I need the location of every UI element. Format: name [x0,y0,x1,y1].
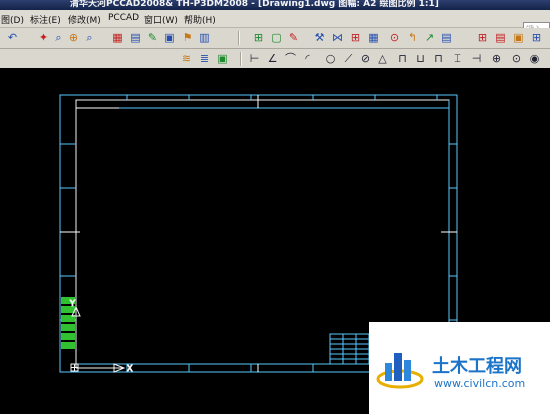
dimension-icon[interactable]: ⊢ [248,52,261,65]
grid-icon[interactable]: ▦ [111,31,124,44]
edit-icon[interactable]: ✎ [287,31,300,44]
star-icon[interactable]: ✦ [37,31,50,44]
stack-icon[interactable]: ≣ [198,52,211,65]
triangle-icon[interactable]: △ [376,52,389,65]
menu-item-pccad[interactable]: PCCAD [108,13,139,23]
window-titlebar: 清华天河PCCAD2008& TH-P3DM2008 - [Drawing1.d… [0,0,550,10]
menu-item-dimension[interactable]: 标注(E) [30,13,61,26]
target-icon[interactable]: ⊕ [490,52,503,65]
radius-icon[interactable]: ◜ [301,52,314,65]
watermark-name: 土木工程网 [432,356,522,377]
flag-icon[interactable]: ⚑ [181,31,194,44]
drawing-toolbar: ≋ ≣ ▣ ⊢ ∠ ⌒ ◜ ○ ⟋ ⊘ △ ⊓ ⊔ ⊓ ⌶ ⊣ ⊕ ⊙ ◉ [0,49,550,69]
properties-icon[interactable]: ▤ [129,31,142,44]
arrow-icon[interactable]: ↗ [423,31,436,44]
bracket-icon[interactable]: ⌶ [451,52,464,65]
zoom-window-icon[interactable]: ⌕ [83,31,96,44]
watermark-url: www.civilcn.com [434,377,526,390]
menu-item-draw[interactable]: 图(D) [1,13,24,26]
window-title: 清华天河PCCAD2008& TH-P3DM2008 - [Drawing1.d… [70,0,439,9]
frame-icon[interactable]: ⊓ [432,52,445,65]
copy-icon[interactable]: ▣ [216,52,229,65]
menu-item-help[interactable]: 帮助(H) [184,13,216,26]
tool-icon[interactable]: ⚒ [313,31,326,44]
package-icon[interactable]: ▣ [512,31,525,44]
image-icon[interactable]: ⊞ [252,31,265,44]
calculator-icon[interactable]: ▥ [198,31,211,44]
grid-icon[interactable]: ▦ [367,31,380,44]
axis-y-label: Y [69,299,75,308]
diagonal-icon[interactable]: ⟋ [342,52,355,65]
angle-icon[interactable]: ∠ [266,52,279,65]
zoom-in-icon[interactable]: ⌕ [52,31,65,44]
target-icon[interactable]: ⊙ [510,52,523,65]
watermark-logo: 土木工程网 www.civilcn.com [369,322,550,414]
layer-icon[interactable]: ▣ [163,31,176,44]
list-icon[interactable]: ▤ [440,31,453,44]
corner-icon[interactable]: ↰ [406,31,419,44]
layers-icon[interactable]: ≋ [180,52,193,65]
node-icon[interactable]: ◉ [528,52,541,65]
frame-icon[interactable]: ⊓ [396,52,409,65]
target-icon[interactable]: ⊙ [388,31,401,44]
slash-circle-icon[interactable]: ⊘ [359,52,372,65]
brand-logo-icon [376,353,424,389]
menu-item-window[interactable]: 窗口(W) [144,13,178,26]
lens-icon[interactable]: ⊕ [67,31,80,44]
tag-icon[interactable]: ⊞ [349,31,362,44]
ucs-icon: Y X [69,299,134,374]
cross-icon[interactable]: ⊣ [470,52,483,65]
main-toolbar: ↶ ✦ ⌕ ⊕ ⌕ ▦ ▤ ✎ ▣ ⚑ ▥ ⊞ ▢ ✎ ⚒ ⋈ ⊞ ▦ ⊙ ↰ … [0,28,550,49]
grid-icon[interactable]: ⊞ [530,31,543,44]
frame-icon[interactable]: ⊔ [414,52,427,65]
tool-icon[interactable]: ⊞ [476,31,489,44]
tag-icon[interactable]: ▤ [494,31,507,44]
toolbar-separator [238,31,240,45]
pen-icon[interactable]: ✎ [146,31,159,44]
rectangle-icon[interactable]: ▢ [270,31,283,44]
node-icon[interactable]: ⋈ [331,31,344,44]
menu-item-modify[interactable]: 修改(M) [68,13,101,26]
circle-icon[interactable]: ○ [324,52,337,65]
axis-x-label: X [127,364,133,373]
undo-icon[interactable]: ↶ [6,31,19,44]
menu-bar: 图(D) 标注(E) 修改(M) PCCAD 窗口(W) 帮助(H) 键入需 [0,10,550,47]
toolbar-separator [240,52,242,66]
curve-icon[interactable]: ⌒ [284,52,297,65]
top-zone-ticks [126,95,438,100]
